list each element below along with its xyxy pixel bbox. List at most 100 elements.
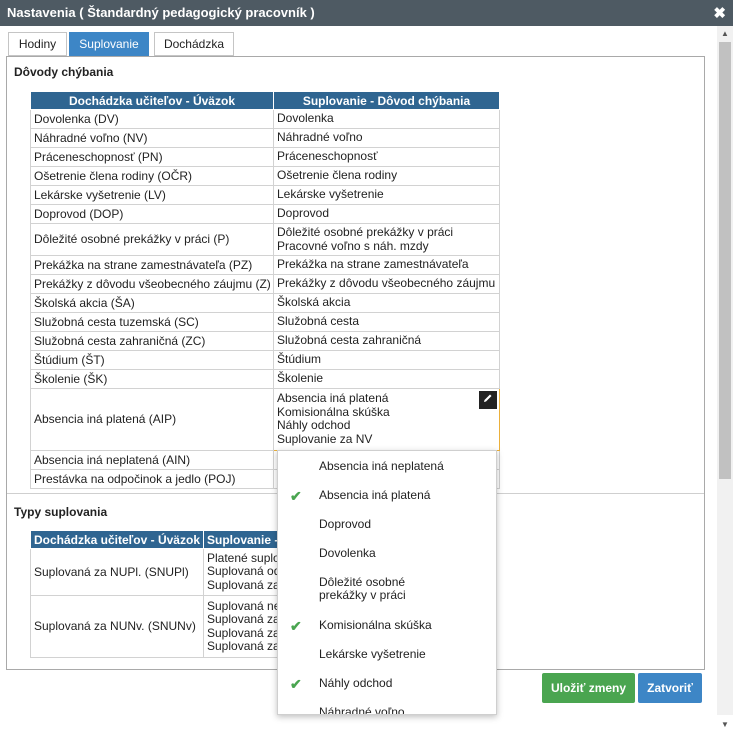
tab-suplovanie[interactable]: Suplovanie <box>69 32 149 56</box>
tab-dochadzka[interactable]: Dochádzka <box>154 32 234 56</box>
reasons-cell-attendance: Školská akcia (ŠA) <box>30 293 274 313</box>
reasons-cell-attendance: Štúdium (ŠT) <box>30 350 274 370</box>
dropdown-option-label: Náhradné voľno <box>319 705 405 715</box>
close-button[interactable]: Zatvoriť <box>638 673 702 703</box>
reasons-row: Dôležité osobné prekážky v práci (P) Dôle… <box>30 223 500 256</box>
reasons-cell-attendance: Náhradné voľno (NV) <box>30 128 274 148</box>
reasons-cell-substitution: Doprovod <box>273 204 500 224</box>
reasons-cell-substitution: Práceneschopnosť <box>273 147 500 167</box>
dropdown-option-label: Lekárske vyšetrenie <box>319 647 426 661</box>
scroll-down-icon[interactable]: ▼ <box>721 720 729 729</box>
reasons-row: Školská akcia (ŠA) Školská akcia <box>30 293 500 313</box>
reasons-row: Ošetrenie člena rodiny (OČR) Ošetrenie čl… <box>30 166 500 186</box>
scrollbar-thumb[interactable] <box>719 42 731 479</box>
reasons-row: Školenie (ŠK) Školenie <box>30 369 500 389</box>
reasons-cell-attendance: Služobná cesta zahraničná (ZC) <box>30 331 274 351</box>
dropdown-option-label: Komisionálna skúška <box>319 618 432 632</box>
reason-value: Práceneschopnosť <box>277 149 378 164</box>
dialog-title: Nastavenia ( Štandardný pedagogický prac… <box>7 5 315 20</box>
reasons-cell-attendance: Dôležité osobné prekážky v práci (P) <box>30 223 274 256</box>
reason-value: Doprovod <box>277 206 330 221</box>
dropdown-option-label: Dôležité osobné prekážky v práci <box>319 575 406 602</box>
reason-value: Prekážka na strane zamestnávateľa <box>277 257 469 272</box>
reasons-cell-substitution: Školská akcia <box>273 293 500 313</box>
reasons-cell-substitution: Dovolenka <box>273 109 500 129</box>
reasons-cell-attendance: Prekážky z dôvodu všeobecného záujmu (Z) <box>30 274 274 294</box>
reasons-row: Prekážky z dôvodu všeobecného záujmu (Z)… <box>30 274 500 294</box>
dropdown-option[interactable]: ✔ Absencia iná platená <box>278 488 496 512</box>
dropdown-option[interactable]: Doprovod <box>278 517 496 541</box>
types-cell-attendance: Suplovaná za NUPl. (SNUPl) <box>30 548 204 596</box>
reasons-col-substitution: Suplovanie - Dôvod chýbania <box>273 91 500 110</box>
reason-value: Suplovanie za NV <box>277 431 373 446</box>
reasons-cell-attendance: Absencia iná platená (AIP) <box>30 388 274 451</box>
reasons-cell-attendance: Služobná cesta tuzemská (SC) <box>30 312 274 332</box>
dropdown-option[interactable]: ✔ Náhly odchod <box>278 676 496 700</box>
reasons-row: Dovolenka (DV) Dovolenka <box>30 109 500 129</box>
reasons-row: Prekážka na strane zamestnávateľa (PZ) Pr… <box>30 255 500 275</box>
reasons-cell-attendance: Školenie (ŠK) <box>30 369 274 389</box>
types-section-title: Typy suplovania <box>14 505 108 519</box>
checkmark-icon: ✔ <box>290 618 302 634</box>
save-button[interactable]: Uložiť zmeny <box>542 673 635 703</box>
dialog-titlebar: Nastavenia ( Štandardný pedagogický prac… <box>0 0 733 26</box>
reasons-cell-substitution[interactable]: Absencia iná platená Komisionálna skúška N… <box>273 388 500 451</box>
checkmark-icon: ✔ <box>290 488 302 504</box>
reasons-cell-substitution: Náhradné voľno <box>273 128 500 148</box>
reason-value: Komisionálna skúška <box>277 404 390 419</box>
reason-value: Absencia iná platená <box>277 391 389 405</box>
reasons-row: Doprovod (DOP) Doprovod <box>30 204 500 224</box>
reasons-row: Služobná cesta tuzemská (SC) Služobná ces… <box>30 312 500 332</box>
reasons-cell-attendance: Lekárske vyšetrenie (LV) <box>30 185 274 205</box>
reasons-cell-substitution: Služobná cesta <box>273 312 500 332</box>
dropdown-option-label: Doprovod <box>319 517 372 531</box>
reason-value: Školská akcia <box>277 295 351 310</box>
reason-value: Náhradné voľno <box>277 130 363 145</box>
reason-value: Služobná cesta <box>277 314 360 329</box>
dropdown-option[interactable]: Absencia iná neplatená <box>278 459 496 483</box>
reasons-section-title: Dôvody chýbania <box>14 65 114 79</box>
dropdown-option[interactable]: ✔ Komisionálna skúška <box>278 618 496 642</box>
reason-value: Školenie <box>277 371 324 386</box>
types-col-attendance: Dochádzka učiteľov - Úväzok <box>30 530 204 549</box>
reasons-row: Absencia iná platená (AIP) Absencia iná p… <box>30 388 500 451</box>
dropdown-option[interactable]: Dôležité osobné prekážky v práci <box>278 575 496 602</box>
reasons-cell-attendance: Prestávka na odpočinok a jedlo (POJ) <box>30 469 274 489</box>
reasons-cell-substitution: Ošetrenie člena rodiny <box>273 166 500 186</box>
dropdown-option-label: Dovolenka <box>319 546 376 560</box>
pencil-icon[interactable] <box>479 391 497 409</box>
reasons-row: Služobná cesta zahraničná (ZC) Služobná c… <box>30 331 500 351</box>
dropdown-option-label: Absencia iná platená <box>319 488 431 502</box>
vertical-scrollbar[interactable]: ▲ ▼ <box>717 26 733 729</box>
scroll-up-icon[interactable]: ▲ <box>721 29 729 38</box>
reasons-row: Práceneschopnosť (PN) Práceneschopnosť <box>30 147 500 167</box>
reason-value: Lekárske vyšetrenie <box>277 187 384 202</box>
tab-hodiny[interactable]: Hodiny <box>8 32 67 56</box>
dropdown-option-label: Absencia iná neplatená <box>319 459 444 473</box>
reasons-row: Lekárske vyšetrenie (LV) Lekárske vyšetre… <box>30 185 500 205</box>
reason-value: Dôležité osobné prekážky v práci <box>277 225 454 239</box>
reason-multiselect-dropdown[interactable]: Absencia iná neplatená ✔ Absencia iná plat… <box>277 450 497 715</box>
reason-value: Pracovné voľno s náh. mzdy <box>277 238 429 253</box>
reasons-cell-substitution: Prekážky z dôvodu všeobecného záujmu <box>273 274 500 294</box>
reasons-cell-substitution: Lekárske vyšetrenie <box>273 185 500 205</box>
types-cell-attendance: Suplovaná za NUNv. (SNUNv) <box>30 595 204 658</box>
reasons-cell-attendance: Doprovod (DOP) <box>30 204 274 224</box>
dropdown-option[interactable]: Lekárske vyšetrenie <box>278 647 496 671</box>
close-icon[interactable]: ✖ <box>713 4 726 22</box>
reason-value: Služobná cesta zahraničná <box>277 333 422 348</box>
reasons-row: Štúdium (ŠT) Štúdium <box>30 350 500 370</box>
reasons-cell-substitution: Dôležité osobné prekážky v práci Pracovné… <box>273 223 500 256</box>
reason-value: Ošetrenie člena rodiny <box>277 168 398 183</box>
reasons-cell-substitution: Služobná cesta zahraničná <box>273 331 500 351</box>
reasons-col-attendance: Dochádzka učiteľov - Úväzok <box>30 91 274 110</box>
reasons-table: Dochádzka učiteľov - Úväzok Suplovanie -… <box>30 91 500 489</box>
reasons-cell-substitution: Školenie <box>273 369 500 389</box>
dropdown-option-label: Náhly odchod <box>319 676 393 690</box>
checkmark-icon: ✔ <box>290 676 302 692</box>
dropdown-option[interactable]: Dovolenka <box>278 546 496 570</box>
reasons-cell-attendance: Prekážka na strane zamestnávateľa (PZ) <box>30 255 274 275</box>
dropdown-option[interactable]: Náhradné voľno <box>278 705 496 715</box>
reasons-row: Náhradné voľno (NV) Náhradné voľno <box>30 128 500 148</box>
reasons-cell-attendance: Absencia iná neplatená (AIN) <box>30 450 274 470</box>
